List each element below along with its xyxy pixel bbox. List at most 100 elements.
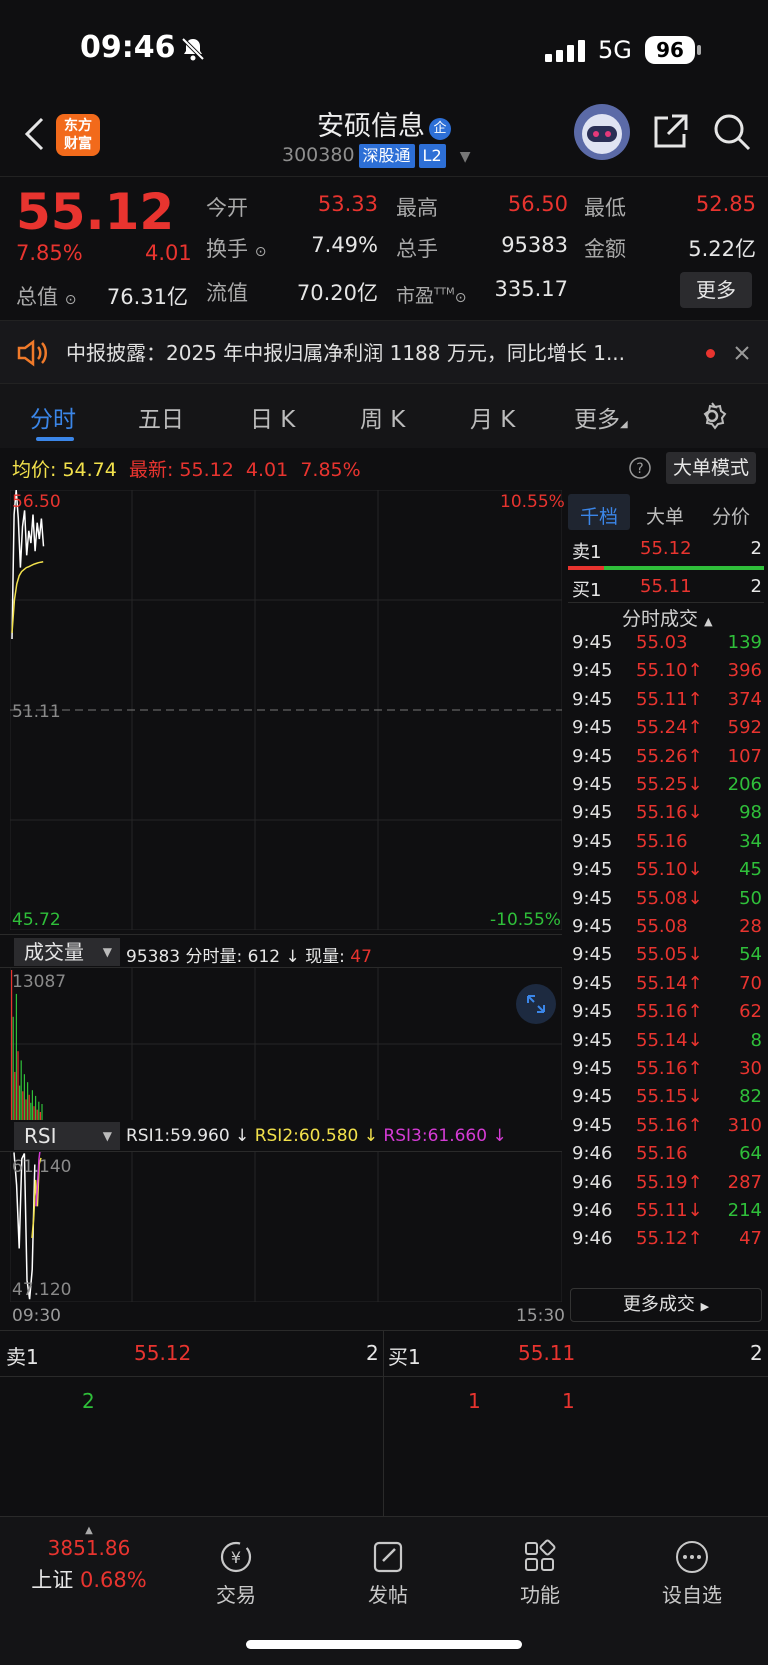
order-book-panel: 千档 大单 分价 卖1 55.12 2 买1 55.11 2 分时成交 ▲ 9:… <box>564 490 768 1322</box>
stock-code: 300380 <box>282 144 355 166</box>
nav-add-watchlist[interactable]: 设自选 <box>642 1539 742 1608</box>
tab-more[interactable]: 更多◢ <box>574 400 628 434</box>
tab-monthly-k[interactable]: 月 K <box>470 400 515 434</box>
indicator-select-rsi[interactable]: RSI ▼ <box>14 1122 120 1150</box>
trade-row: 9:45 55.10↑ 396 <box>572 660 762 682</box>
stock-code-row[interactable]: 300380 深股通 L2 ▼ <box>282 144 470 168</box>
status-time: 09:46 <box>80 30 176 65</box>
trade-row: 9:45 55.24↑ 592 <box>572 717 762 739</box>
tab-weekly-k[interactable]: 周 K <box>360 400 405 434</box>
depth-row: 卖1 55.12 2 买1 55.11 2 <box>0 1331 768 1377</box>
pct-top-label: 10.55% <box>500 492 565 512</box>
high-value: 56.50 <box>507 192 568 216</box>
volume-bar <box>41 1104 43 1120</box>
pe-label: 市盈TTM⊙ <box>396 285 467 307</box>
share-icon[interactable] <box>650 112 690 152</box>
trade-row: 9:45 55.16↓ 98 <box>572 802 762 824</box>
nav-post[interactable]: 发帖 <box>338 1539 438 1608</box>
ask1-row: 卖1 55.12 2 <box>572 538 762 563</box>
subtab-price-dist[interactable]: 分价 <box>712 502 750 529</box>
price-series-line <box>11 490 45 640</box>
y-bottom-label: 45.72 <box>12 910 61 930</box>
assistant-robot-icon[interactable] <box>574 104 630 160</box>
ask-queue: 2 <box>82 1389 95 1413</box>
trade-row: 9:45 55.11↑ 374 <box>572 688 762 710</box>
help-icon[interactable]: ? <box>628 456 652 480</box>
volume-bar <box>15 993 17 1120</box>
mktcap-value: 76.31亿 <box>106 285 188 309</box>
close-icon[interactable] <box>734 345 750 361</box>
indicator-select-volume[interactable]: 成交量 ▼ <box>14 938 120 966</box>
amount-label: 金额 <box>584 237 626 261</box>
volume-bar <box>25 1099 27 1120</box>
trade-row: 9:45 55.26↑ 107 <box>572 745 762 767</box>
nav-trade[interactable]: ¥ 交易 <box>186 1539 286 1608</box>
trade-row: 9:46 55.16 64 <box>572 1143 762 1165</box>
pct-bottom-label: -10.55% <box>490 910 561 930</box>
volume-summary: 95383 分时量: 612 ↓ 现量: 47 <box>126 947 372 967</box>
rsi-header: RSI ▼ RSI1:59.960 ↓ RSI2:60.580 ↓ RSI3:61… <box>0 1120 562 1152</box>
volume-bar <box>31 1090 33 1120</box>
trade-row: 9:45 55.08 28 <box>572 916 762 937</box>
tab-five-day[interactable]: 五日 <box>138 400 184 434</box>
volume-label: 总手 <box>396 237 438 261</box>
change-amount: 4.01 <box>145 241 192 265</box>
average-series-line <box>11 561 44 633</box>
volume-bar <box>19 1085 21 1120</box>
announcement-bar[interactable]: 中报披露：2025 年中报归属净利润 1188 万元，同比增长 1... <box>0 320 768 384</box>
settings-gear-icon[interactable] <box>696 400 728 432</box>
more-trades-button[interactable]: 更多成交 ▶ <box>570 1288 762 1322</box>
rsi-chart[interactable] <box>10 1152 562 1302</box>
trades-title[interactable]: 分时成交 ▲ <box>622 604 713 631</box>
tab-intraday[interactable]: 分时 <box>30 400 76 434</box>
trade-row: 9:45 55.14↑ 70 <box>572 972 762 994</box>
float-value: 70.20亿 <box>296 281 378 305</box>
rsi-bottom-label: 47.120 <box>12 1280 72 1300</box>
volume-bar <box>35 1095 37 1120</box>
subtab-big-orders[interactable]: 大单 <box>646 502 684 529</box>
expand-icon[interactable] <box>516 984 556 1024</box>
trade-row: 9:45 55.03 139 <box>572 632 762 653</box>
big-order-mode-button[interactable]: 大单模式 <box>666 452 756 484</box>
volume-bar <box>14 1071 16 1120</box>
float-label: 流值 <box>206 281 248 305</box>
nav-functions[interactable]: 功能 <box>490 1539 590 1608</box>
volume-bar <box>12 1016 14 1120</box>
search-icon[interactable] <box>712 112 752 152</box>
rsi-top-label: 61.140 <box>12 1157 72 1177</box>
trade-row: 9:45 55.16↑ 62 <box>572 1001 762 1023</box>
more-quote-button[interactable]: 更多 <box>680 272 752 308</box>
bid1-row: 买1 55.11 2 <box>572 576 762 601</box>
trade-yen-icon: ¥ <box>220 1541 252 1573</box>
volume-bar <box>30 1102 32 1120</box>
tab-daily-k[interactable]: 日 K <box>250 400 295 434</box>
trade-row: 9:45 55.15↓ 82 <box>572 1086 762 1108</box>
unread-dot <box>706 349 715 358</box>
volume-bar-chart[interactable] <box>10 968 562 1120</box>
chevron-down-icon: ▼ <box>459 149 471 165</box>
trade-row: 9:45 55.05↓ 54 <box>572 944 762 966</box>
volume-header: 成交量 ▼ 95383 分时量: 612 ↓ 现量: 47 <box>0 934 562 968</box>
bid-queue-2: 1 <box>562 1389 575 1413</box>
depth-summary: 卖1 55.12 2 买1 55.11 2 2 1 1 <box>0 1330 768 1517</box>
volume-value: 95383 <box>501 233 568 257</box>
level2-badge: L2 <box>418 144 446 168</box>
index-ticker[interactable]: ▲ 3851.86 上证 0.68% <box>24 1525 154 1594</box>
intraday-price-chart[interactable] <box>10 490 562 930</box>
trade-row: 9:45 55.10↓ 45 <box>572 859 762 881</box>
quote-panel: 55.12 7.85% 4.01 总值 ⊙ 76.31亿 今开 53.33 换手… <box>0 176 768 320</box>
turnover-label: 换手 ⊙ <box>206 237 267 261</box>
low-label: 最低 <box>584 196 626 220</box>
last-price: 55.12 <box>16 183 175 241</box>
subtab-depth[interactable]: 千档 <box>580 502 618 529</box>
svg-text:¥: ¥ <box>231 1548 241 1567</box>
announcement-text: 中报披露：2025 年中报归属净利润 1188 万元，同比增长 1... <box>66 341 626 365</box>
volume-bar <box>20 1060 22 1120</box>
volume-bar <box>33 1106 35 1120</box>
bell-muted-icon <box>181 37 205 61</box>
trade-row: 9:46 55.19↑ 287 <box>572 1171 762 1193</box>
trade-row: 9:45 55.16 34 <box>572 830 762 852</box>
status-bar: 09:46 5G 96 <box>0 0 768 100</box>
home-indicator <box>246 1640 522 1649</box>
ask-bar <box>568 566 604 570</box>
